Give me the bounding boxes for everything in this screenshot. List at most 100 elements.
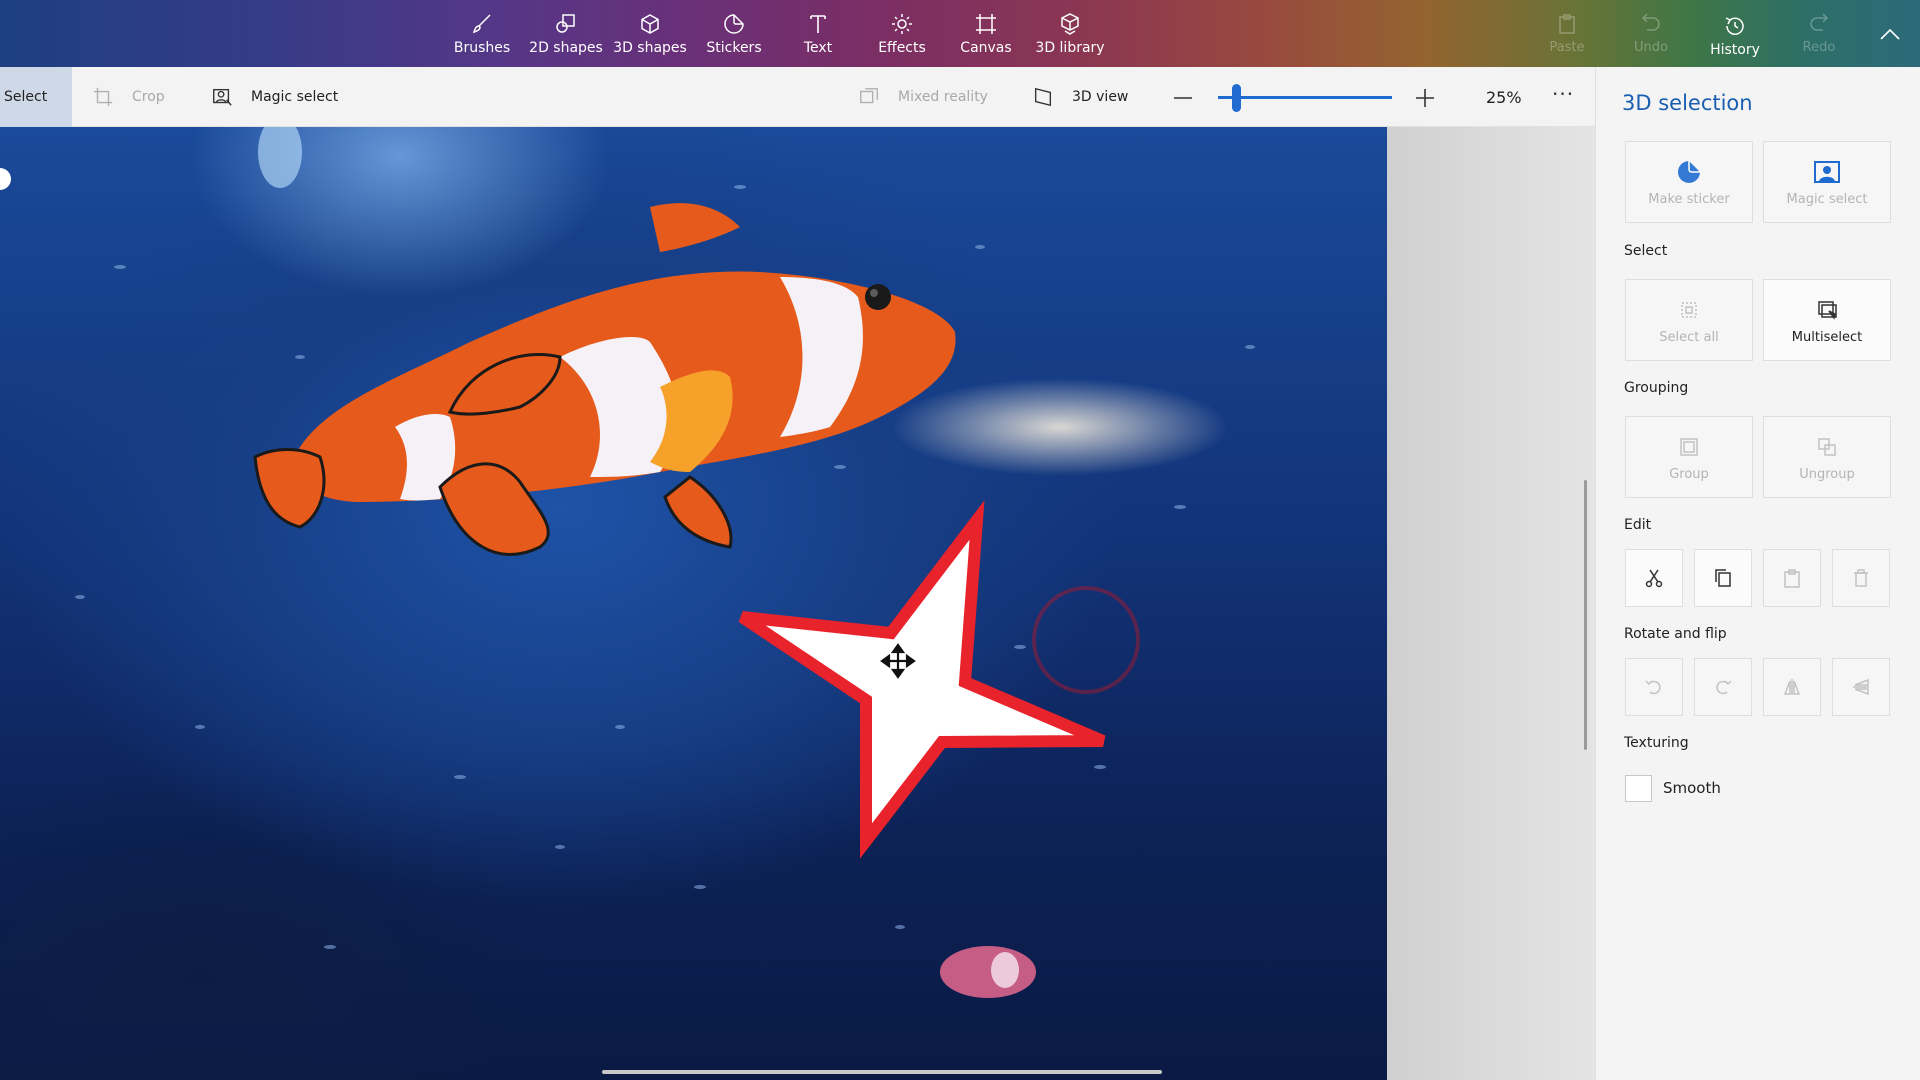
crop-icon (93, 87, 113, 107)
tool-3d-shapes[interactable]: 3D shapes (608, 12, 692, 64)
3d-selection-panel: 3D selection Make sticker Magic select S… (1595, 67, 1920, 1080)
grouping-section-label: Grouping (1624, 380, 1689, 396)
flip-vertical-button[interactable] (1763, 658, 1821, 716)
flip-horizontal-button[interactable] (1832, 658, 1890, 716)
scissors-icon (1645, 569, 1663, 588)
delete-button[interactable] (1832, 549, 1890, 607)
tool-label: 3D library (1035, 40, 1105, 56)
magic-select-panel-button[interactable]: Magic select (1763, 141, 1891, 223)
select-tool-button[interactable]: Select (0, 67, 72, 127)
sticker-icon (1678, 160, 1700, 183)
select-label: Select (4, 89, 48, 105)
ungroup-icon (1818, 437, 1836, 456)
undo-icon (1641, 13, 1660, 31)
cut-button[interactable] (1625, 549, 1683, 607)
drawing-canvas[interactable] (0, 127, 1387, 1080)
chevron-up-icon[interactable] (1878, 26, 1902, 42)
tool-canvas[interactable]: Canvas (944, 12, 1028, 64)
rotate-right-button[interactable] (1694, 658, 1752, 716)
panel-title: 3D selection (1622, 91, 1753, 115)
rotate-left-button[interactable] (1625, 658, 1683, 716)
plus-icon[interactable] (1413, 86, 1437, 110)
magic-select-icon (213, 88, 232, 106)
sun-icon (892, 14, 912, 34)
zoom-value: 25% (1486, 88, 1522, 107)
small-fish-image (940, 946, 1036, 998)
undo-button[interactable]: Undo (1609, 12, 1693, 64)
tool-label: Canvas (960, 40, 1012, 56)
paste-icon (1559, 14, 1575, 34)
tool-text[interactable]: Text (776, 12, 860, 64)
vertical-scrollbar[interactable] (1584, 480, 1587, 750)
flip-horizontal-icon (1853, 678, 1869, 696)
group-button[interactable]: Group (1625, 416, 1753, 498)
multiselect-button[interactable]: Multiselect (1763, 279, 1891, 361)
redo-button[interactable]: Redo (1777, 12, 1861, 64)
paste-panel-button[interactable] (1763, 549, 1821, 607)
magic-select-label: Magic select (1786, 191, 1868, 207)
sticker-icon (724, 14, 744, 34)
light-reflection (258, 127, 302, 188)
paste-button[interactable]: Paste (1525, 12, 1609, 64)
make-sticker-button[interactable]: Make sticker (1625, 141, 1753, 223)
multiselect-label: Multiselect (1791, 329, 1863, 345)
rotate-flip-section-label: Rotate and flip (1624, 626, 1727, 642)
tool-label: 3D shapes (613, 40, 687, 56)
3d-cube-icon (641, 14, 659, 34)
tool-3d-library[interactable]: 3D library (1028, 12, 1112, 64)
rotate-left-icon (1645, 680, 1661, 695)
top-ribbon: Brushes 2D shapes 3D shapes Stickers Tex… (0, 0, 1920, 67)
tool-label: Effects (878, 40, 926, 56)
brush-icon (472, 14, 491, 34)
ungroup-button[interactable]: Ungroup (1763, 416, 1891, 498)
canvas-icon (976, 14, 996, 34)
group-icon (1680, 437, 1698, 456)
zoom-slider-track[interactable] (1218, 96, 1392, 99)
crop-button[interactable]: Crop (92, 67, 165, 127)
tool-label: Stickers (706, 40, 762, 56)
group-label: Group (1669, 466, 1709, 482)
minus-icon[interactable] (1171, 86, 1195, 110)
canvas-artwork (0, 127, 1255, 998)
action-label: Redo (1802, 40, 1836, 55)
magic-select-label: Magic select (251, 89, 339, 105)
canvas-handle[interactable] (0, 168, 11, 190)
small-fish-stripe (991, 952, 1019, 988)
history-button[interactable]: History (1693, 14, 1777, 66)
horizontal-scrollbar[interactable] (602, 1070, 1162, 1074)
3d-view-icon (1034, 87, 1052, 107)
3d-star-object[interactable] (738, 500, 1106, 859)
select-all-button[interactable]: Select all (1625, 279, 1753, 361)
tool-2d-shapes[interactable]: 2D shapes (524, 12, 608, 64)
2d-shapes-icon (556, 14, 575, 33)
3d-view-label: 3D view (1072, 89, 1129, 105)
trash-icon (1854, 569, 1868, 587)
copy-icon (1715, 569, 1731, 587)
history-icon (1725, 17, 1744, 35)
mixed-reality-icon (860, 88, 878, 104)
smooth-checkbox[interactable] (1625, 775, 1652, 802)
flip-vertical-icon (1783, 679, 1801, 695)
rotate-right-icon (1716, 680, 1732, 695)
tool-label: Brushes (453, 40, 511, 56)
redo-icon (1810, 13, 1829, 31)
magic-select-button[interactable]: Magic select (211, 67, 338, 127)
mixed-reality-button[interactable]: Mixed reality (858, 67, 988, 127)
make-sticker-label: Make sticker (1648, 191, 1730, 207)
more-options-button[interactable]: ··· (1552, 82, 1574, 106)
edit-section-label: Edit (1624, 517, 1652, 533)
smooth-label: Smooth (1663, 779, 1721, 797)
clownfish-image (253, 203, 956, 556)
multiselect-icon (1818, 300, 1837, 320)
action-label: Undo (1634, 40, 1668, 55)
tool-brushes[interactable]: Brushes (440, 12, 524, 64)
text-icon (810, 15, 826, 33)
tool-effects[interactable]: Effects (860, 12, 944, 64)
action-label: Paste (1549, 40, 1585, 55)
tool-label: 2D shapes (529, 40, 603, 56)
3d-view-toggle[interactable]: 3D view (1032, 67, 1128, 127)
copy-button[interactable] (1694, 549, 1752, 607)
tool-stickers[interactable]: Stickers (692, 12, 776, 64)
zoom-slider-thumb[interactable] (1232, 84, 1241, 112)
select-section-label: Select (1624, 243, 1668, 259)
